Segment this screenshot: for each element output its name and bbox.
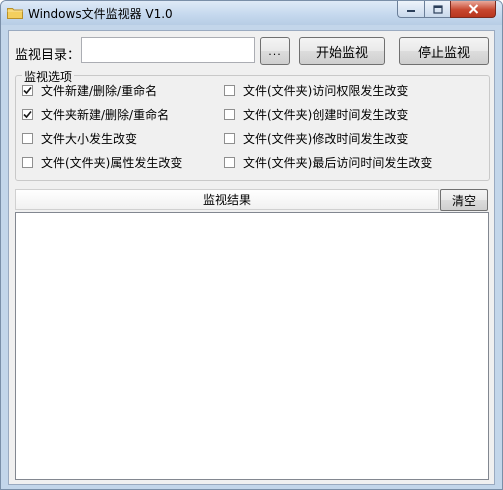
- checkbox[interactable]: [22, 85, 33, 96]
- title-bar[interactable]: Windows文件监视器 V1.0: [1, 1, 502, 25]
- results-list[interactable]: [15, 212, 489, 480]
- option-label: 文件(文件夹)修改时间发生改变: [243, 132, 409, 146]
- caption-buttons: [397, 1, 496, 19]
- option-label: 文件夹新建/删除/重命名: [41, 108, 170, 122]
- client-area: 监视目录： ... 开始监视 停止监视 监视选项 文件新建/删除/重命名 文件夹…: [8, 30, 495, 485]
- clear-button[interactable]: 清空: [440, 189, 488, 211]
- start-monitor-button[interactable]: 开始监视: [299, 37, 385, 65]
- app-window: Windows文件监视器 V1.0 监视目录： ... 开始监视 停止监视 监视…: [0, 0, 503, 490]
- close-button[interactable]: [450, 1, 496, 18]
- option-label: 文件大小发生改变: [41, 132, 138, 146]
- option-creation-time-change[interactable]: 文件(文件夹)创建时间发生改变: [224, 106, 408, 123]
- option-folder-create-delete-rename[interactable]: 文件夹新建/删除/重命名: [22, 106, 169, 123]
- option-label: 文件新建/删除/重命名: [41, 84, 158, 98]
- checkbox[interactable]: [224, 109, 235, 120]
- option-file-create-delete-rename[interactable]: 文件新建/删除/重命名: [22, 82, 157, 99]
- browse-button[interactable]: ...: [260, 37, 290, 65]
- option-last-access-time-change[interactable]: 文件(文件夹)最后访问时间发生改变: [224, 154, 432, 171]
- results-header-label: 监视结果: [202, 193, 251, 207]
- minimize-icon: [407, 10, 415, 12]
- checkbox[interactable]: [22, 157, 33, 168]
- maximize-button[interactable]: [424, 1, 450, 18]
- option-label: 文件(文件夹)属性发生改变: [41, 156, 183, 170]
- option-attribute-change[interactable]: 文件(文件夹)属性发生改变: [22, 154, 182, 171]
- option-file-size-change[interactable]: 文件大小发生改变: [22, 130, 137, 147]
- monitor-options-group: 监视选项 文件新建/删除/重命名 文件夹新建/删除/重命名 文件大小发生改变 文…: [15, 68, 490, 181]
- option-label: 文件(文件夹)访问权限发生改变: [243, 84, 409, 98]
- checkbox[interactable]: [22, 133, 33, 144]
- close-icon: [468, 4, 478, 14]
- window-title: Windows文件监视器 V1.0: [28, 7, 173, 21]
- option-label: 文件(文件夹)创建时间发生改变: [243, 108, 409, 122]
- option-permission-change[interactable]: 文件(文件夹)访问权限发生改变: [224, 82, 408, 99]
- checkbox[interactable]: [224, 133, 235, 144]
- minimize-button[interactable]: [397, 1, 424, 18]
- option-modify-time-change[interactable]: 文件(文件夹)修改时间发生改变: [224, 130, 408, 147]
- option-label: 文件(文件夹)最后访问时间发生改变: [243, 156, 433, 170]
- checkbox[interactable]: [22, 109, 33, 120]
- checkmark-icon: [23, 86, 32, 95]
- directory-input[interactable]: [81, 37, 255, 63]
- folder-icon: [7, 8, 23, 19]
- stop-monitor-button[interactable]: 停止监视: [399, 37, 489, 65]
- results-column-header[interactable]: 监视结果: [15, 189, 439, 210]
- checkbox[interactable]: [224, 157, 235, 168]
- checkmark-icon: [23, 110, 32, 119]
- maximize-icon: [432, 4, 443, 14]
- directory-label: 监视目录：: [15, 48, 81, 63]
- checkbox[interactable]: [224, 85, 235, 96]
